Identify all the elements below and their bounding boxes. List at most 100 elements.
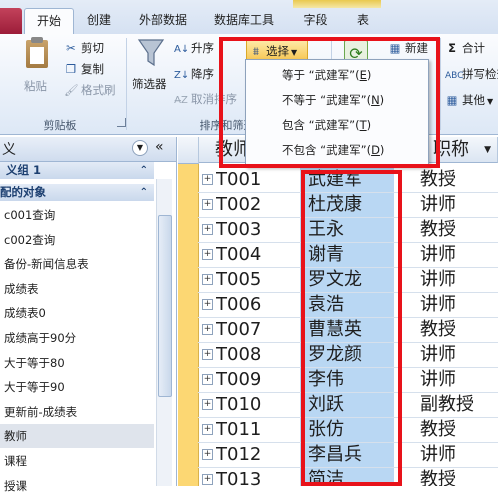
collapse-pane-icon[interactable]: « [155,139,164,155]
tab-item[interactable]: 创建 [78,8,120,33]
collapse-arrow-icon: ⌃ [139,165,148,176]
cell-teacher-id[interactable]: T011 [216,418,298,442]
nav-item[interactable]: 成绩表0 [4,301,154,325]
sort-ascending-button[interactable]: A↓ 升序 [174,38,214,58]
cell-title[interactable]: 讲师 [420,368,498,392]
cell-teacher-id[interactable]: T003 [216,218,298,242]
cell-teacher-id[interactable]: T007 [216,318,298,342]
tab-item[interactable]: 字段 [293,8,338,33]
copy-button[interactable]: ❐ 复制 [64,59,104,79]
nav-item[interactable]: 成绩高于90分 [4,326,154,350]
sort-descending-icon: Z↓ [174,70,190,81]
expand-plus-icon[interactable]: + [202,449,213,460]
group-separator [440,38,441,130]
format-painter-label: 格式刷 [81,83,116,97]
expand-plus-icon[interactable]: + [202,224,213,235]
nav-item[interactable]: 备份-新闻信息表 [4,252,154,276]
cell-teacher-id[interactable]: T010 [216,393,298,417]
navigation-pane: 义 ▼ « 义组 1 ⌃ 配的对象 ⌃ c001查询 c002查询 备份-新闻信息表… [0,137,177,493]
more-label: 其他 [462,93,485,107]
format-painter-button[interactable]: 🖌 格式刷 [64,80,116,100]
cell-teacher-id[interactable]: T002 [216,193,298,217]
sum-label: 合计 [462,41,485,55]
nav-group-header[interactable]: 配的对象 ⌃ [0,184,154,201]
cell-teacher-id[interactable]: T013 [216,468,298,486]
expand-plus-icon[interactable]: + [202,474,213,485]
file-tab-button[interactable] [0,8,22,34]
expand-plus-icon[interactable]: + [202,349,213,360]
nav-pane-header[interactable]: 义 ▼ « [0,137,176,162]
nav-item[interactable]: c001查询 [4,203,154,227]
highlight-box-name-column [301,170,402,486]
dialog-launcher-icon[interactable] [117,118,126,127]
chevron-down-icon[interactable]: ▼ [132,140,148,156]
cut-button[interactable]: ✂ 剪切 [64,38,104,58]
copy-icon: ❐ [65,62,77,76]
cell-title[interactable]: 讲师 [420,343,498,367]
spell-label: 拼写检查 [462,67,498,81]
cell-title[interactable]: 讲师 [420,193,498,217]
cell-title[interactable]: 讲师 [420,443,498,467]
tab-item[interactable]: 外部数据 [128,8,198,33]
select-all-corner[interactable] [178,137,199,164]
more-button[interactable]: ▦ 其他 ▼ [445,90,494,110]
cell-teacher-id[interactable]: T009 [216,368,298,392]
expand-plus-icon[interactable]: + [202,299,213,310]
cell-title[interactable]: 副教授 [420,393,498,417]
cut-label: 剪切 [81,41,104,55]
nav-item[interactable]: 大于等于80 [4,351,154,375]
expand-plus-icon[interactable]: + [202,399,213,410]
expand-plus-icon[interactable]: + [202,199,213,210]
nav-group-header[interactable]: 义组 1 ⌃ [0,162,154,179]
nav-item[interactable]: c002查询 [4,228,154,252]
expand-plus-icon[interactable]: + [202,249,213,260]
collapse-arrow-icon: ⌃ [139,187,148,198]
filter-button[interactable]: 筛选器 [130,38,172,96]
cell-title[interactable]: 教授 [420,468,498,486]
filter-label: 筛选器 [132,77,167,91]
tab-item[interactable]: 数据库工具 [203,8,285,33]
cell-title[interactable]: 讲师 [420,243,498,267]
nav-item[interactable]: 成绩表 [4,277,154,301]
copy-label: 复制 [81,62,104,76]
cell-title[interactable]: 教授 [420,318,498,342]
expand-plus-icon[interactable]: + [202,324,213,335]
chevron-down-icon: ▼ [487,97,494,106]
cell-teacher-id[interactable]: T001 [216,168,298,192]
descending-label: 降序 [191,67,214,81]
brush-icon: 🖌 [64,83,79,97]
highlight-box-selection-menu [219,37,440,168]
sort-descending-button[interactable]: Z↓ 降序 [174,64,214,84]
paste-button[interactable]: 粘贴 [20,37,56,96]
cell-title[interactable]: 教授 [420,168,498,192]
expand-plus-icon[interactable]: + [202,374,213,385]
scrollbar-thumb[interactable] [158,215,172,397]
nav-scrollbar[interactable] [156,179,172,486]
cell-title[interactable]: 讲师 [420,293,498,317]
cell-teacher-id[interactable]: T004 [216,243,298,267]
expand-plus-icon[interactable]: + [202,174,213,185]
cell-title[interactable]: 教授 [420,218,498,242]
tab-item[interactable]: 开始 [24,8,74,34]
nav-item[interactable]: 课程 [4,449,154,473]
expand-plus-icon[interactable]: + [202,274,213,285]
cell-teacher-id[interactable]: T006 [216,293,298,317]
chevron-down-icon[interactable]: ▼ [484,137,491,162]
cell-teacher-id[interactable]: T008 [216,343,298,367]
grid-icon: ▦ [446,93,458,107]
nav-item[interactable]: 更新前-成绩表 [4,400,154,424]
cell-teacher-id[interactable]: T012 [216,443,298,467]
nav-item[interactable]: 教师 [0,424,154,449]
record-selector-column[interactable] [178,164,199,486]
totals-button[interactable]: Σ 合计 [445,38,485,58]
cell-title[interactable]: 教授 [420,418,498,442]
tab-item[interactable]: 表 [345,8,381,33]
nav-item[interactable]: 大于等于90 [4,375,154,399]
spelling-button[interactable]: ABC拼写检查 [445,64,498,84]
spellcheck-icon: ABC [445,71,464,81]
ascending-label: 升序 [191,41,214,55]
cell-teacher-id[interactable]: T005 [216,268,298,292]
nav-pane-title: 义 [2,142,16,158]
expand-plus-icon[interactable]: + [202,424,213,435]
cell-title[interactable]: 讲师 [420,268,498,292]
